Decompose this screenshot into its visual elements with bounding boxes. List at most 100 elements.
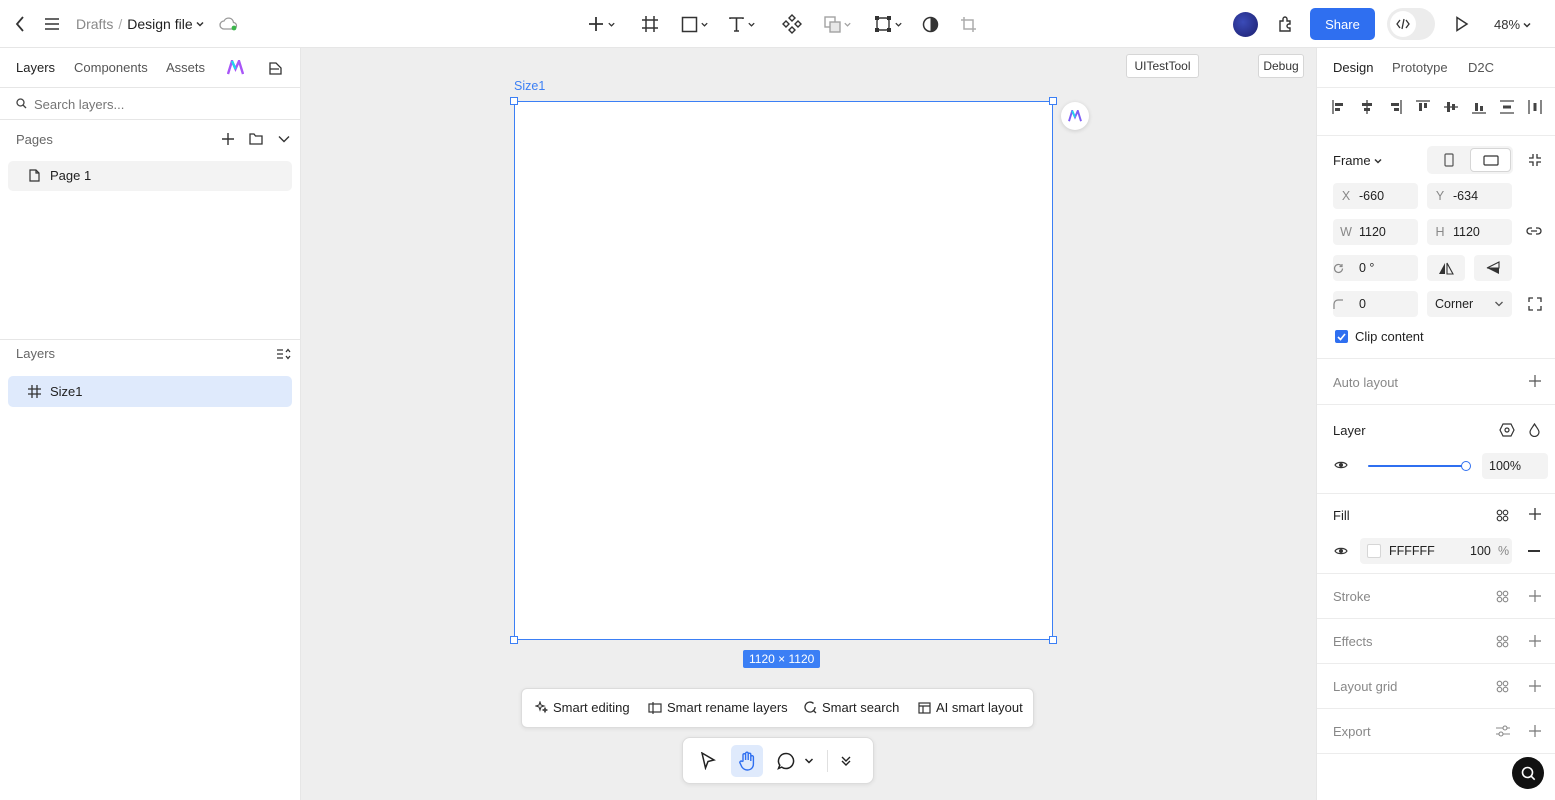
- boolean-tool-button[interactable]: [820, 12, 856, 36]
- frame-name-label[interactable]: Size1: [514, 79, 545, 93]
- opacity-field[interactable]: 100%: [1482, 453, 1548, 479]
- align-bottom-icon[interactable]: [1472, 100, 1486, 114]
- add-export-icon[interactable]: [1529, 725, 1541, 737]
- style-grid-icon[interactable]: [1496, 509, 1509, 522]
- expand-more-icon[interactable]: [840, 755, 852, 767]
- ai-logo-icon[interactable]: [227, 60, 244, 75]
- align-center-h-icon[interactable]: [1360, 100, 1374, 114]
- landscape-icon[interactable]: [1470, 148, 1511, 172]
- resize-handle[interactable]: [1049, 636, 1057, 644]
- flip-horizontal-icon[interactable]: [1427, 255, 1465, 281]
- blend-mode-icon[interactable]: [1499, 423, 1515, 437]
- distribute-horizontal-icon[interactable]: [1528, 100, 1542, 114]
- corner-type-select[interactable]: Corner: [1427, 291, 1512, 317]
- tab-assets[interactable]: Assets: [166, 60, 205, 75]
- fill-hex-value[interactable]: FFFFFF: [1389, 544, 1435, 558]
- tab-components[interactable]: Components: [74, 60, 148, 75]
- zoom-control[interactable]: 48%: [1494, 17, 1532, 32]
- rectangle-tool-button[interactable]: [677, 12, 713, 36]
- chevron-down-icon[interactable]: [195, 19, 205, 29]
- align-center-v-icon[interactable]: [1444, 100, 1458, 114]
- frame-size1[interactable]: [510, 97, 1057, 644]
- chevron-down-icon[interactable]: [278, 135, 290, 143]
- breadcrumb-drafts[interactable]: Drafts: [76, 16, 113, 32]
- fill-color-field[interactable]: FFFFFF 100 %: [1360, 538, 1512, 564]
- constrain-proportions-icon[interactable]: [1526, 225, 1542, 237]
- fill-opacity-value[interactable]: 100: [1470, 544, 1491, 558]
- add-auto-layout-icon[interactable]: [1529, 375, 1541, 387]
- debug-button[interactable]: Debug: [1258, 54, 1304, 78]
- rotation-field[interactable]: 0 °: [1333, 255, 1418, 281]
- chevron-down-icon[interactable]: [804, 757, 814, 765]
- resize-handle[interactable]: [1049, 97, 1057, 105]
- add-layout-grid-icon[interactable]: [1529, 680, 1541, 692]
- x-field[interactable]: X -660: [1333, 183, 1418, 209]
- tab-d2c[interactable]: D2C: [1468, 60, 1494, 75]
- add-stroke-icon[interactable]: [1529, 590, 1541, 602]
- search-layers-input[interactable]: [34, 96, 284, 112]
- style-palette-icon[interactable]: [268, 61, 283, 75]
- opacity-slider-thumb[interactable]: [1461, 461, 1471, 471]
- resize-to-fit-icon[interactable]: [1528, 153, 1542, 167]
- align-left-icon[interactable]: [1332, 100, 1346, 114]
- vector-tool-button[interactable]: [870, 12, 906, 36]
- add-tool-button[interactable]: [583, 12, 619, 36]
- file-name[interactable]: Design file: [127, 16, 192, 32]
- grid-style-icon[interactable]: [1496, 680, 1509, 693]
- tab-layers[interactable]: Layers: [16, 60, 55, 75]
- hand-tool-icon[interactable]: [731, 745, 763, 777]
- align-right-icon[interactable]: [1388, 100, 1402, 114]
- independent-corners-icon[interactable]: [1528, 297, 1542, 311]
- crop-icon[interactable]: [958, 12, 978, 36]
- frame-type-dropdown[interactable]: Frame: [1333, 153, 1383, 168]
- folder-icon[interactable]: [249, 133, 263, 145]
- export-settings-icon[interactable]: [1496, 725, 1510, 737]
- flip-vertical-icon[interactable]: [1474, 255, 1512, 281]
- fill-swatch[interactable]: [1367, 544, 1381, 558]
- smart-search-button[interactable]: Smart search: [804, 700, 899, 715]
- resize-handle[interactable]: [510, 97, 518, 105]
- y-field[interactable]: Y -634: [1427, 183, 1512, 209]
- tab-prototype[interactable]: Prototype: [1392, 60, 1448, 75]
- uitesttool-button[interactable]: UITestTool: [1126, 54, 1199, 78]
- effects-style-icon[interactable]: [1496, 635, 1509, 648]
- corner-radius-field[interactable]: 0: [1333, 291, 1418, 317]
- ai-smart-layout-button[interactable]: AI smart layout: [918, 700, 1023, 715]
- smart-rename-button[interactable]: Smart rename layers: [648, 700, 788, 715]
- opacity-slider[interactable]: [1368, 461, 1471, 471]
- clip-content-checkbox[interactable]: [1335, 330, 1348, 343]
- back-arrow-icon[interactable]: [12, 12, 28, 36]
- play-icon[interactable]: [1453, 12, 1471, 36]
- comment-icon[interactable]: [777, 752, 795, 770]
- add-effect-icon[interactable]: [1529, 635, 1541, 647]
- visibility-eye-icon[interactable]: [1334, 460, 1348, 470]
- add-page-icon[interactable]: [222, 133, 234, 145]
- height-field[interactable]: H 1120: [1427, 219, 1512, 245]
- width-field[interactable]: W 1120: [1333, 219, 1418, 245]
- resize-handle[interactable]: [510, 636, 518, 644]
- page-item[interactable]: Page 1: [8, 161, 292, 191]
- component-tool-icon[interactable]: [781, 12, 803, 36]
- global-search-icon[interactable]: [1512, 757, 1544, 789]
- opacity-drop-icon[interactable]: [1529, 423, 1540, 437]
- tab-design[interactable]: Design: [1333, 60, 1373, 75]
- stroke-style-icon[interactable]: [1496, 590, 1509, 603]
- move-cursor-icon[interactable]: [700, 752, 716, 770]
- remove-fill-icon[interactable]: [1528, 550, 1540, 552]
- layer-filter-icon[interactable]: [276, 348, 291, 360]
- plugin-icon[interactable]: [1276, 12, 1296, 36]
- layer-item-size1[interactable]: Size1: [8, 376, 292, 407]
- distribute-vertical-icon[interactable]: [1500, 100, 1514, 114]
- ai-assistant-icon[interactable]: [1061, 102, 1089, 130]
- frame-tool-icon[interactable]: [640, 12, 660, 36]
- portrait-icon[interactable]: [1431, 149, 1467, 171]
- contrast-icon[interactable]: [920, 12, 940, 36]
- add-fill-icon[interactable]: [1529, 508, 1541, 520]
- fill-visibility-eye-icon[interactable]: [1334, 546, 1348, 556]
- align-top-icon[interactable]: [1416, 100, 1430, 114]
- smart-editing-button[interactable]: Smart editing: [535, 700, 630, 715]
- text-tool-button[interactable]: [724, 12, 760, 36]
- share-button[interactable]: Share: [1310, 8, 1375, 40]
- menu-icon[interactable]: [44, 12, 60, 36]
- avatar[interactable]: [1233, 12, 1258, 37]
